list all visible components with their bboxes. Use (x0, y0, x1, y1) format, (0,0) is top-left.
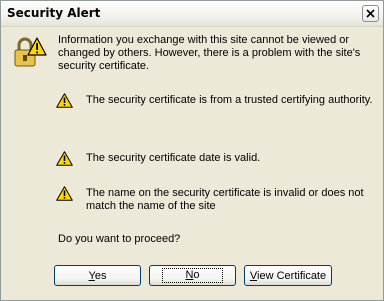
yes-button-label: Yes (88, 269, 107, 282)
warning-icon (56, 151, 73, 166)
close-icon (366, 9, 375, 18)
intro-text: Information you exchange with this site … (58, 34, 361, 72)
view-certificate-button[interactable]: View Certificate (244, 265, 332, 286)
no-button-label: No (162, 268, 223, 283)
title-bar: Security Alert (1, 1, 383, 27)
view-certificate-button-label: View Certificate (249, 269, 327, 282)
warning-icon (56, 93, 73, 108)
close-button[interactable] (362, 5, 379, 22)
security-alert-dialog: Security Alert Information you exchange … (0, 0, 384, 301)
certificate-check-text: The name on the security certificate is … (86, 187, 364, 212)
yes-button[interactable]: Yes (54, 265, 141, 286)
padlock-warning-icon (14, 37, 47, 67)
warning-icon (56, 186, 73, 201)
window-title: Security Alert (7, 6, 101, 20)
certificate-check-text: The security certificate is from a trust… (86, 94, 373, 106)
no-button[interactable]: No (149, 265, 236, 286)
proceed-question: Do you want to proceed? (58, 233, 181, 245)
certificate-check-text: The security certificate date is valid. (86, 152, 261, 164)
